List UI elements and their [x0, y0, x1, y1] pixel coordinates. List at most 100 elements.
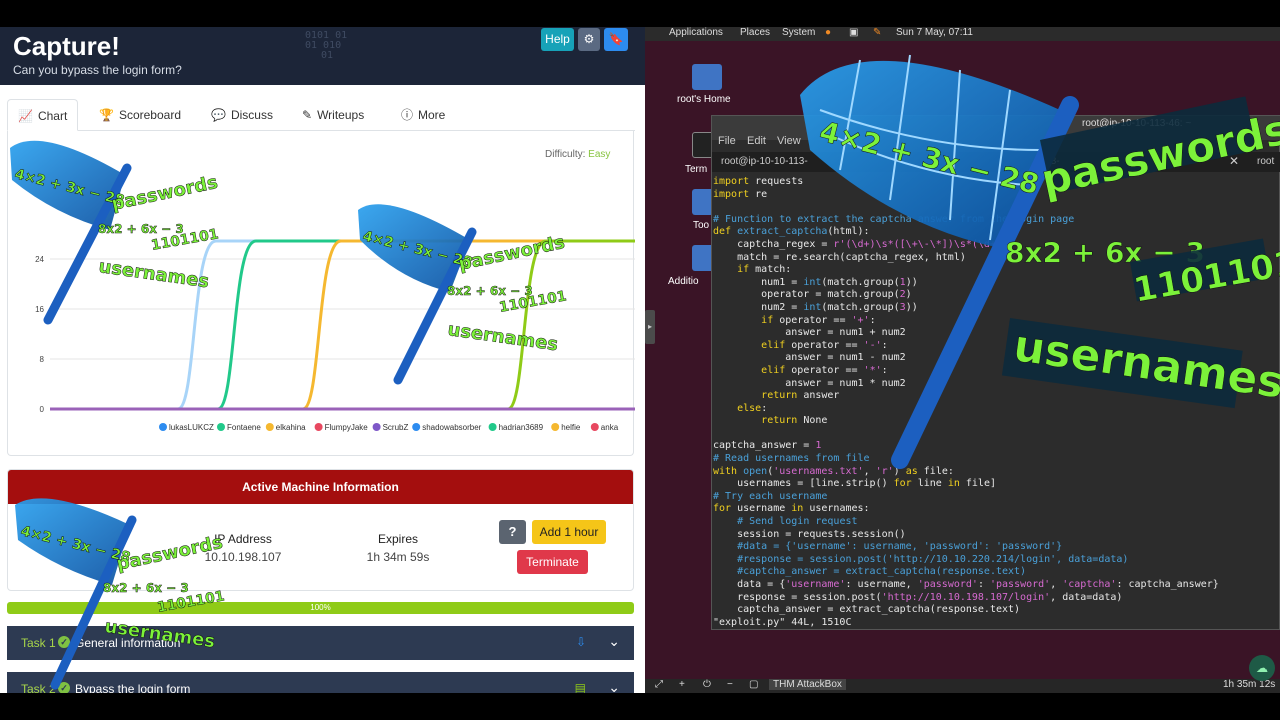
minimize-icon[interactable]: − [727, 679, 733, 690]
terminal-tabbar: root@ip-10-10-113- -113- ✕ root [712, 152, 1280, 172]
taskbar-timer: 1h 35m 12s [1223, 679, 1276, 690]
tab-scoreboard[interactable]: 🏆 Scoreboard [99, 99, 181, 131]
legend-swatch [412, 423, 421, 431]
code-editor[interactable]: import requests import re # Function to … [713, 176, 1279, 628]
legend-label: elkahina [276, 423, 306, 432]
terminate-button[interactable]: Terminate [517, 550, 588, 574]
tab-more[interactable]: ⓘ More [401, 99, 445, 131]
score-chart: 0 8 16 24 lukasLUKCZ Fontaene elkahina FlumpyJa… [35, 239, 635, 432]
terminal-launcher-icon[interactable]: ▣ [849, 27, 858, 38]
ip-label: IP Address [214, 532, 272, 546]
legend-swatch [590, 423, 599, 431]
gear-icon: ⚙ [583, 32, 595, 46]
desktop-taskbar: ⤢ + ⏻ − ▢ THM AttackBox 1h 35m 12s [645, 679, 1280, 693]
bookmark-button[interactable]: 🔖 [604, 28, 628, 51]
room-tabs: 📈 Chart 🏆 Scoreboard 💬 Discuss ✎ Writeups ⓘ M… [7, 99, 635, 131]
terminal-tab-1[interactable]: root@ip-10-10-113- [721, 156, 808, 167]
panel-clock: Sun 7 May, 07:11 [896, 27, 973, 38]
task-name: General information [75, 636, 181, 650]
menu-system[interactable]: System [782, 27, 815, 38]
taskbar-attackbox[interactable]: THM AttackBox [769, 679, 846, 690]
additional-folder-label: Additio [668, 276, 699, 287]
machine-help-button[interactable]: ? [499, 520, 526, 544]
add-icon[interactable]: + [679, 679, 685, 690]
ip-value: 10.10.198.107 [204, 550, 282, 564]
cloud-logo-icon[interactable]: ☁ [1249, 655, 1275, 681]
vim-status-line: "exploit.py" 44L, 1510C [713, 616, 852, 628]
chevron-down-icon[interactable]: ⌄ [608, 633, 620, 650]
menu-view[interactable]: View [777, 135, 801, 147]
check-icon: ✓ [58, 682, 70, 693]
tab-discuss[interactable]: 💬 Discuss [211, 99, 273, 131]
tab-writeups[interactable]: ✎ Writeups [302, 99, 364, 131]
tab-chart[interactable]: 📈 Chart [7, 99, 79, 131]
firefox-icon[interactable]: ● [825, 27, 831, 38]
terminal-tab-2[interactable]: -113- [1037, 156, 1060, 167]
legend-label: lukasLUKCZ [169, 423, 214, 432]
editor-launcher-icon[interactable]: ✎ [873, 27, 881, 38]
trophy-icon: 🏆 [99, 108, 114, 122]
file-icon[interactable]: ▤ [575, 681, 586, 693]
progress-fill: 100% [7, 602, 634, 614]
series-line [50, 239, 635, 411]
tab-label: Chart [37, 109, 68, 123]
legend-swatch [159, 423, 167, 431]
task-name: Bypass the login form [75, 682, 191, 693]
tab-label: More [418, 108, 446, 122]
task-number: Task 2 [21, 682, 56, 693]
legend-label: anka [601, 423, 619, 432]
menu-applications[interactable]: Applications [669, 27, 723, 38]
menu-edit[interactable]: Edit [747, 135, 766, 147]
room-subtitle: Can you bypass the login form? [13, 63, 182, 77]
legend-label: hadrian3689 [499, 423, 544, 432]
legend-swatch [372, 423, 381, 431]
terminal-desktop-label: Term [685, 164, 708, 175]
tab-label: Scoreboard [118, 108, 181, 122]
attackbox-desktop: Applications Places System ● ▣ ✎ Sun 7 M… [645, 27, 1280, 693]
machine-heading: Active Machine Information [8, 470, 633, 504]
split-handle[interactable]: ▸ [645, 310, 655, 344]
chevron-down-icon[interactable]: ⌄ [608, 679, 620, 693]
series-line [50, 239, 635, 411]
binary-decoration: 0101 01 01 010 01 [305, 31, 347, 61]
legend-swatch [314, 423, 323, 431]
show-desktop-icon[interactable]: ⤢ [655, 679, 663, 690]
add-hour-button[interactable]: Add 1 hour [532, 520, 606, 544]
chart-card: Difficulty: Easy 0 8 16 24 lukasLUKCZ Fontaen… [7, 131, 635, 456]
expires-label: Expires [377, 532, 418, 546]
task-2-header[interactable]: Task 2 ✓ Bypass the login form ▤ ⌄ [7, 672, 634, 693]
legend-label: Fontaene [227, 423, 261, 432]
room-progress-bar: 100% [7, 602, 634, 614]
y-tick-label: 16 [35, 305, 44, 314]
legend-label: FlumpyJake [325, 423, 369, 432]
terminal-window: root@ip-10-10-113-46: ~ File Edit View r… [711, 115, 1280, 630]
active-machine-panel: Active Machine Information IP Address 10… [7, 469, 634, 591]
power-icon[interactable]: ⏻ [703, 679, 711, 690]
tab-label: Discuss [230, 108, 273, 122]
legend-swatch [265, 423, 274, 431]
menu-places[interactable]: Places [740, 27, 770, 38]
home-folder-label: root's Home [677, 94, 731, 105]
home-folder-icon[interactable] [692, 64, 722, 90]
tab-label: Writeups [317, 108, 365, 122]
gear-button[interactable]: ⚙ [578, 28, 600, 51]
help-button[interactable]: Help [541, 28, 574, 51]
desktop-top-panel: Applications Places System ● ▣ ✎ Sun 7 M… [645, 27, 1280, 41]
chart-icon: 📈 [18, 109, 33, 123]
window-icon[interactable]: ▢ [749, 679, 758, 690]
terminal-tab-3[interactable]: root [1257, 156, 1274, 167]
menu-file[interactable]: File [718, 135, 736, 147]
binary-line: 01 [321, 50, 334, 61]
y-tick-label: 24 [35, 255, 44, 264]
task-1-header[interactable]: Task 1 ✓ General information ⇩ ⌄ [7, 626, 634, 660]
check-icon: ✓ [58, 636, 70, 648]
download-icon[interactable]: ⇩ [576, 635, 586, 649]
legend-swatch [488, 423, 497, 431]
comments-icon: 💬 [211, 108, 226, 122]
series-line [50, 239, 635, 411]
expires-value: 1h 34m 59s [366, 550, 430, 564]
close-tab-icon[interactable]: ✕ [1229, 154, 1239, 168]
terminal-menubar: File Edit View [712, 132, 1280, 152]
tools-folder-label: Too [693, 220, 710, 231]
room-title: Capture! [13, 31, 120, 61]
